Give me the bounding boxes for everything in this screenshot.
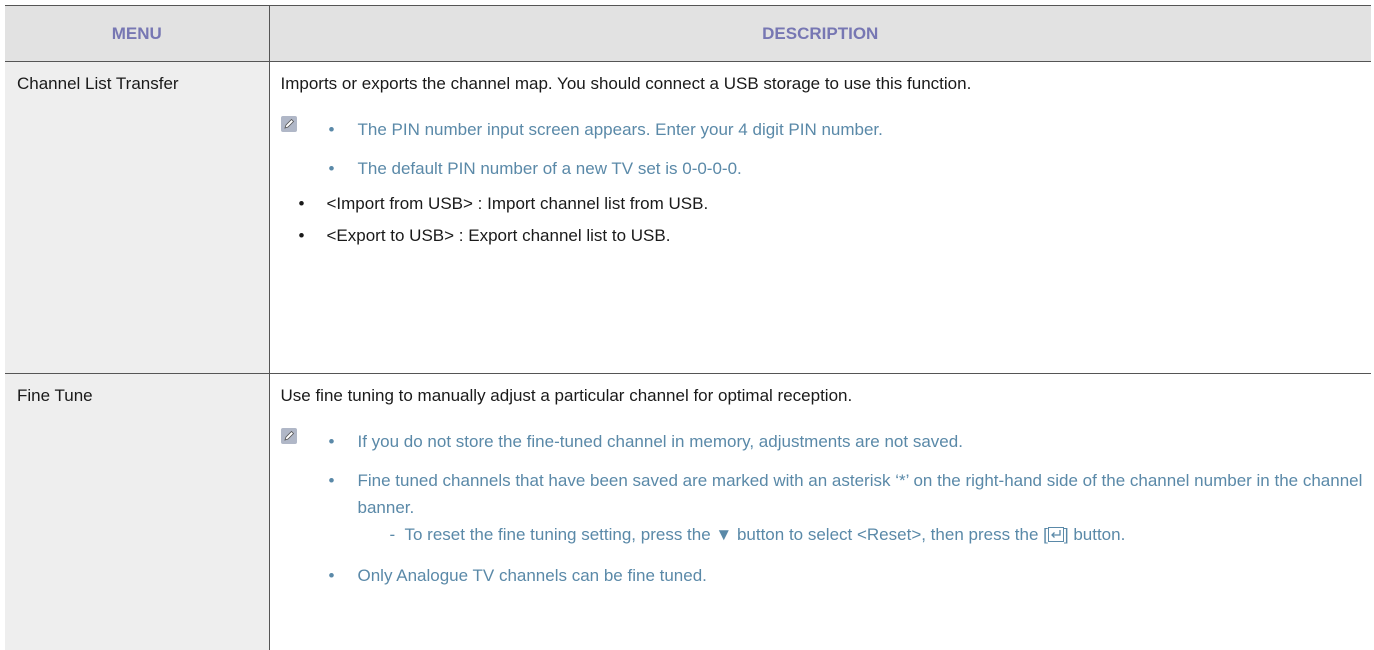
option-list: • <Import from USB> : Import channel list… [281,194,1372,246]
sub-item: -To reset the fine tuning setting, press… [390,521,1372,550]
note-list: • The PIN number input screen appears. En… [281,116,1372,182]
note-text: If you do not store the fine-tuned chann… [358,432,963,451]
note-item: • Only Analogue TV channels can be fine t… [329,562,1372,589]
bullet-mark: • [299,226,305,246]
list-item: • <Export to USB> : Export channel list t… [299,226,1372,246]
note-text: Only Analogue TV channels can be fine tu… [358,566,707,585]
sub-item-suffix: ] button. [1064,525,1125,544]
bullet-mark: • [299,194,305,214]
table-row: Fine Tune Use fine tuning to manually ad… [5,374,1371,650]
sub-list: -To reset the fine tuning setting, press… [358,521,1372,550]
description-cell: Imports or exports the channel map. You … [269,62,1371,374]
note-pencil-icon [281,116,297,132]
description-cell: Use fine tuning to manually adjust a par… [269,374,1371,650]
note-list: • If you do not store the fine-tuned chan… [281,428,1372,589]
note-text: Fine tuned channels that have been saved… [358,471,1363,517]
note-item: • The default PIN number of a new TV set … [329,155,1372,182]
sub-item-text: To reset the fine tuning setting, press … [405,525,1048,544]
bullet-mark: • [329,155,335,182]
list-item-text: <Import from USB> : Import channel list … [327,194,709,213]
table-row: Channel List Transfer Imports or exports… [5,62,1371,374]
note-item: • Fine tuned channels that have been save… [329,467,1372,550]
description-intro: Imports or exports the channel map. You … [281,74,1372,94]
list-item-text: <Export to USB> : Export channel list to… [327,226,671,245]
menu-cell: Fine Tune [5,374,269,650]
note-item: • The PIN number input screen appears. En… [329,116,1372,143]
note-block: • If you do not store the fine-tuned chan… [281,428,1372,589]
bullet-mark: • [329,562,335,589]
note-item: • If you do not store the fine-tuned chan… [329,428,1372,455]
header-row: MENU DESCRIPTION [5,6,1371,62]
bullet-mark: • [329,116,335,143]
dash-mark: - [390,521,396,548]
enter-key-icon [1048,523,1064,550]
note-pencil-icon [281,428,297,444]
description-intro: Use fine tuning to manually adjust a par… [281,386,1372,406]
note-text: The PIN number input screen appears. Ent… [358,120,883,139]
list-item: • <Import from USB> : Import channel list… [299,194,1372,214]
note-text: The default PIN number of a new TV set i… [358,159,742,178]
bullet-mark: • [329,467,335,494]
menu-cell: Channel List Transfer [5,62,269,374]
note-block: • The PIN number input screen appears. En… [281,116,1372,182]
bullet-mark: • [329,428,335,455]
settings-table: MENU DESCRIPTION Channel List Transfer I… [5,5,1371,650]
menu-column-header: MENU [5,6,269,62]
description-column-header: DESCRIPTION [269,6,1371,62]
